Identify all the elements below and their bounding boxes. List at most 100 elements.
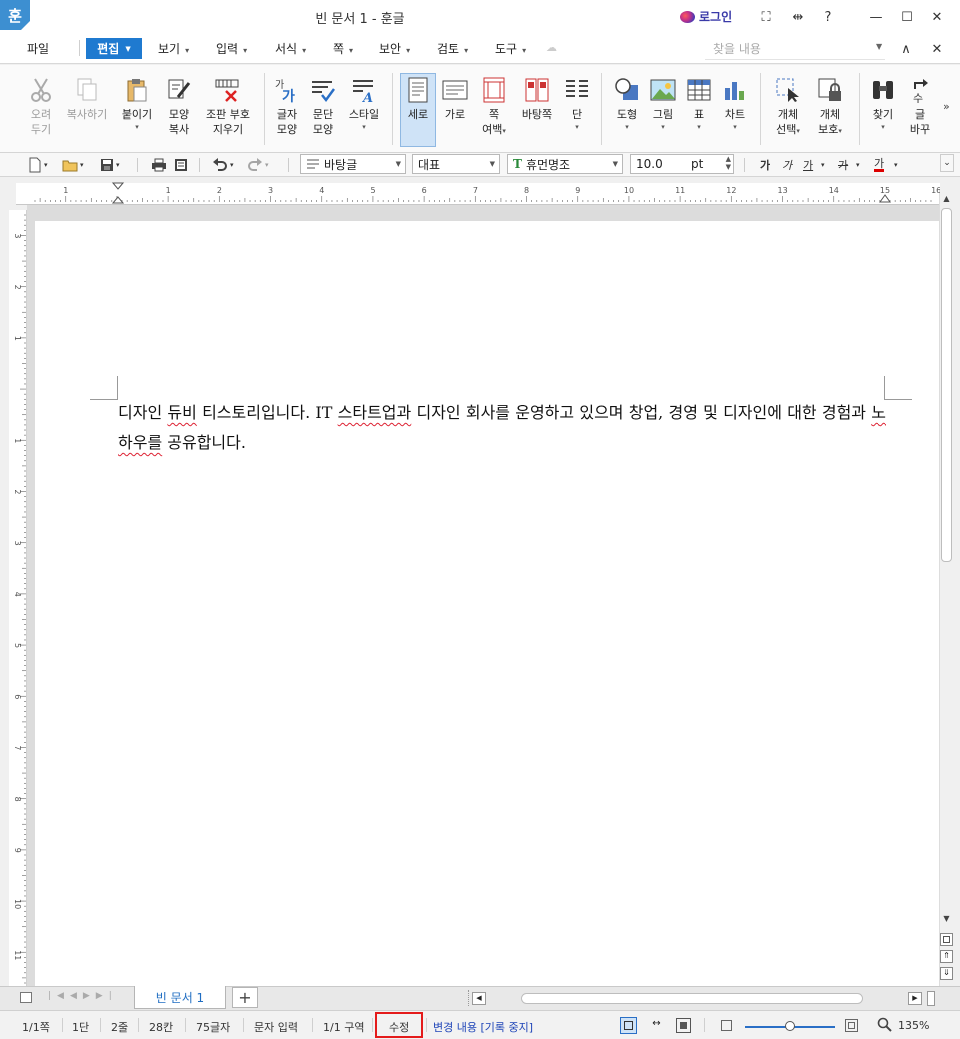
- status-track-changes[interactable]: 변경 내용 [기록 중지]: [433, 1019, 533, 1035]
- ribbon-collapse-icon[interactable]: ∧: [895, 38, 917, 60]
- undo-icon[interactable]: ▾: [212, 156, 234, 174]
- maximize-button[interactable]: ☐: [896, 6, 918, 28]
- cloud-icon[interactable]: ☁: [546, 41, 562, 54]
- print-icon[interactable]: [151, 156, 167, 174]
- new-document-icon[interactable]: ▾: [28, 156, 48, 174]
- copy-button[interactable]: 복사하기: [64, 76, 110, 122]
- strikethrough-dropdown-icon[interactable]: ▾: [856, 156, 860, 174]
- chart-button[interactable]: 차트 ▾: [718, 76, 752, 132]
- magnifier-icon[interactable]: [877, 1017, 893, 1033]
- prev-page-icon[interactable]: [940, 933, 953, 946]
- tab-document-1[interactable]: 빈 문서 1: [134, 986, 226, 1009]
- menu-format[interactable]: 서식 ▾: [275, 40, 306, 57]
- select-object-button[interactable]: 개체 선택▾: [768, 76, 808, 137]
- font-language-select[interactable]: 대표 ▼: [412, 154, 500, 174]
- view-page-icon[interactable]: [620, 1017, 637, 1034]
- save-icon[interactable]: ▾: [100, 156, 120, 174]
- open-folder-icon[interactable]: ▾: [62, 156, 84, 174]
- add-tab-button[interactable]: +: [232, 987, 258, 1008]
- view-full-icon[interactable]: [676, 1018, 691, 1033]
- background-page-button[interactable]: 바탕쪽: [516, 76, 558, 122]
- para-shape-button[interactable]: 문단 모양: [306, 76, 340, 137]
- picture-button[interactable]: 그림 ▾: [646, 76, 680, 132]
- menu-tools[interactable]: 도구 ▾: [495, 40, 526, 57]
- column-button[interactable]: 단 ▾: [560, 76, 594, 132]
- zoom-out-icon[interactable]: [721, 1020, 732, 1031]
- page-margin-button[interactable]: 쪽 여백▾: [474, 76, 514, 137]
- underline-button[interactable]: 가: [803, 156, 813, 174]
- status-edit-mode[interactable]: 수정: [389, 1019, 409, 1035]
- status-divider: [138, 1018, 139, 1032]
- ribbon-more-icon[interactable]: »: [943, 100, 950, 113]
- zoom-slider-thumb[interactable]: [785, 1021, 795, 1031]
- italic-button[interactable]: 가: [782, 156, 792, 174]
- menu-view[interactable]: 보기 ▾: [158, 40, 189, 57]
- style-button[interactable]: A 스타일 ▾: [344, 76, 384, 132]
- font-size-input[interactable]: 10.0 pt ▲ ▼: [630, 154, 734, 174]
- toolbar-more-icon[interactable]: ⌄: [940, 154, 954, 172]
- horizontal-split-icon[interactable]: [927, 991, 935, 1006]
- find-button[interactable]: 찾기 ▾: [866, 76, 900, 132]
- menu-file[interactable]: 파일: [27, 40, 49, 57]
- zoom-in-icon[interactable]: [845, 1019, 858, 1032]
- scroll-down-arrow-icon[interactable]: ▼: [941, 914, 952, 926]
- status-input-mode[interactable]: 문자 입력: [254, 1019, 298, 1035]
- redo-icon[interactable]: ▾: [247, 156, 269, 174]
- menu-review[interactable]: 검토 ▾: [437, 40, 468, 57]
- replace-button[interactable]: 수 글 바꾸: [906, 76, 934, 137]
- font-name-select[interactable]: T 휴먼명조 ▼: [507, 154, 623, 174]
- underline-dropdown-icon[interactable]: ▾: [821, 156, 825, 174]
- tab-navigation-arrows[interactable]: |◀◀▶▶|: [48, 991, 118, 1001]
- menu-page-label: 쪽: [333, 42, 345, 56]
- bold-button[interactable]: 가: [760, 156, 770, 174]
- vertical-scroll-thumb[interactable]: [941, 208, 952, 562]
- text-run: 디자인 회사를 운영하고 있으며 창업, 경영 및 디자인에 대한 경험과: [411, 403, 872, 422]
- font-color-button[interactable]: 가: [874, 156, 885, 172]
- find-input[interactable]: 찾을 내용: [705, 38, 885, 60]
- minimize-button[interactable]: —: [865, 6, 887, 28]
- scroll-up-arrow-icon[interactable]: ▲: [941, 194, 952, 206]
- horizontal-scroll-thumb[interactable]: [521, 993, 863, 1004]
- login-button[interactable]: 로그인: [680, 8, 732, 25]
- protect-object-button[interactable]: 개체 보호▾: [810, 76, 850, 137]
- replace-icon: 수: [906, 76, 934, 104]
- table-button[interactable]: 표 ▾: [684, 76, 714, 132]
- vertical-ruler[interactable]: 3 2 1 1 2 3 4 5 6 7 8 9 10 11: [9, 210, 27, 986]
- document-body-text[interactable]: 디자인 듀비 티스토리입니다. IT 스타트업과 디자인 회사를 운영하고 있으…: [118, 398, 886, 458]
- status-page[interactable]: 1/1쪽: [22, 1019, 50, 1035]
- horizontal-page-button[interactable]: 가로: [438, 76, 472, 122]
- view-width-icon[interactable]: ↔: [648, 1018, 665, 1033]
- scroll-right-arrow-icon[interactable]: ▶: [908, 992, 922, 1005]
- ribbon-layout-icon[interactable]: ⇹: [787, 6, 809, 28]
- close-button[interactable]: ✕: [926, 6, 948, 28]
- font-size-spinner[interactable]: ▲ ▼: [726, 155, 731, 171]
- menu-edit[interactable]: 편집 ▼: [86, 38, 142, 59]
- strikethrough-button[interactable]: 가: [838, 156, 848, 174]
- cut-button[interactable]: 오려 두기: [22, 76, 60, 137]
- format-copy-button[interactable]: 모양 복사: [160, 76, 198, 137]
- char-shape-button[interactable]: 가가 글자 모양: [270, 76, 304, 137]
- doc-close-icon[interactable]: ✕: [926, 38, 948, 60]
- fullscreen-icon[interactable]: ⛶: [755, 6, 777, 28]
- tab-list-icon[interactable]: [20, 992, 32, 1003]
- horizontal-ruler[interactable]: 1 1 2 3 4 5 6 7 8 9 10 11 12 13 14 15 16: [16, 183, 941, 205]
- style-select[interactable]: 바탕글 ▼: [300, 154, 406, 174]
- document-page[interactable]: [35, 221, 939, 986]
- vertical-page-button[interactable]: 세로: [400, 76, 436, 122]
- font-color-dropdown-icon[interactable]: ▾: [894, 156, 898, 174]
- shape-button[interactable]: 도형 ▾: [608, 76, 646, 132]
- help-icon[interactable]: ?: [817, 6, 839, 28]
- erase-code-button[interactable]: 조판 부호 지우기: [200, 76, 256, 137]
- preview-icon[interactable]: [174, 156, 188, 174]
- page-down-icon[interactable]: ⇓: [940, 967, 953, 980]
- find-dropdown-icon[interactable]: ▼: [876, 42, 882, 51]
- menu-insert[interactable]: 입력 ▾: [216, 40, 247, 57]
- menu-security[interactable]: 보안 ▾: [379, 40, 410, 57]
- page-up-icon[interactable]: ⇑: [940, 950, 953, 963]
- menu-page[interactable]: 쪽 ▾: [333, 40, 353, 57]
- tab-splitter[interactable]: [468, 990, 470, 1006]
- scroll-left-arrow-icon[interactable]: ◀: [472, 992, 486, 1005]
- indent-marker-icon[interactable]: [111, 182, 125, 206]
- paste-button[interactable]: 붙이기 ▾: [118, 76, 156, 132]
- zoom-level[interactable]: 135%: [898, 1019, 929, 1032]
